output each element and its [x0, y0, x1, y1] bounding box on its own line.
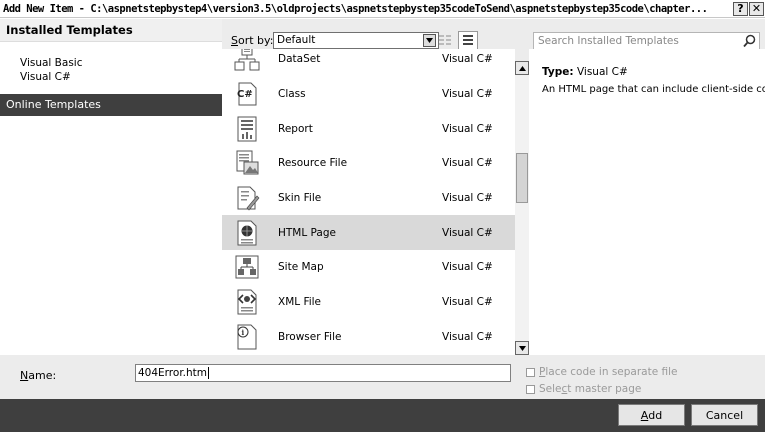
name-input-value: 404Error.htm — [138, 367, 208, 379]
search-icon[interactable] — [743, 34, 756, 48]
title-bar: Add New Item - C:\aspnetstepbystep4\vers… — [0, 0, 765, 18]
template-list-scrollbar[interactable] — [515, 61, 529, 355]
tree-item-visual-csharp[interactable]: Visual C# — [20, 70, 222, 84]
select-master-page-checkbox[interactable]: Select master page — [526, 383, 641, 395]
name-label: Name: — [20, 369, 57, 382]
report-icon — [237, 116, 257, 142]
template-name: HTML Page — [278, 226, 336, 239]
search-placeholder: Search Installed Templates — [538, 35, 679, 47]
list-view-icon — [463, 35, 473, 45]
dataset-icon — [234, 49, 260, 71]
template-language: Visual C# — [442, 296, 493, 309]
scrollbar-thumb[interactable] — [516, 153, 528, 203]
installed-templates-header: Installed Templates — [0, 19, 222, 42]
arrow-up-icon — [518, 65, 526, 71]
checkbox-label: Place code in separate file — [539, 366, 678, 378]
scroll-up-button[interactable] — [515, 61, 529, 75]
place-code-separate-checkbox[interactable]: Place code in separate file — [526, 366, 678, 378]
template-info-pane: Type: Visual C# An HTML page that can in… — [529, 49, 765, 355]
browser-file-icon: i — [237, 324, 257, 350]
installed-templates-pane: Installed Templates Visual Basic Visual … — [0, 19, 222, 354]
template-item-browser-file[interactable]: i Browser File Visual C# — [222, 320, 515, 355]
type-label: Type: — [542, 66, 574, 78]
xml-file-icon — [237, 289, 257, 315]
small-icons-view-button[interactable] — [435, 31, 455, 51]
dialog-footer: Add Cancel — [0, 399, 765, 432]
template-item-html-page[interactable]: HTML Page Visual C# — [222, 215, 515, 251]
template-language: Visual C# — [442, 88, 493, 101]
template-language: Visual C# — [442, 122, 493, 135]
template-name: Resource File — [278, 157, 348, 170]
html-page-icon — [237, 220, 257, 246]
template-name: Browser File — [278, 330, 342, 343]
scroll-down-button[interactable] — [515, 341, 529, 355]
type-value: Visual C# — [576, 66, 628, 78]
sort-by-dropdown[interactable]: Default — [273, 32, 439, 49]
cancel-button[interactable]: Cancel — [691, 404, 758, 426]
template-name: Report — [278, 122, 313, 135]
template-type: Type: Visual C# — [542, 66, 628, 78]
template-name: DataSet — [278, 53, 321, 66]
online-templates-item[interactable]: Online Templates — [0, 94, 222, 116]
add-button[interactable]: Add — [618, 404, 685, 426]
svg-text:i: i — [242, 328, 245, 337]
template-name: Site Map — [278, 261, 324, 274]
template-item-resource-file[interactable]: Resource File Visual C# — [222, 146, 515, 181]
template-item-site-map[interactable]: Site Map Visual C# — [222, 250, 515, 285]
medium-icons-view-button[interactable] — [458, 31, 478, 51]
resource-file-icon — [236, 150, 259, 175]
tree-item-visual-basic[interactable]: Visual Basic — [20, 56, 222, 70]
checkbox-box[interactable] — [526, 384, 535, 394]
template-name: XML File — [278, 296, 322, 309]
skin-file-icon — [237, 186, 260, 211]
template-language: Visual C# — [442, 226, 493, 239]
arrow-down-icon — [518, 345, 526, 351]
template-item-skin-file[interactable]: Skin File Visual C# — [222, 181, 515, 216]
template-name: Skin File — [278, 192, 322, 205]
template-item-dataset[interactable]: DataSet Visual C# — [222, 49, 515, 77]
template-item-xml-file[interactable]: XML File Visual C# — [222, 285, 515, 320]
close-button[interactable]: ✕ — [749, 1, 764, 16]
template-name: Class — [278, 88, 306, 101]
template-language: Visual C# — [442, 192, 493, 205]
template-item-report[interactable]: Report Visual C# — [222, 111, 515, 146]
template-item-class[interactable]: C# Class Visual C# — [222, 77, 515, 112]
sort-by-label: Sort by: — [231, 34, 274, 47]
name-input[interactable]: 404Error.htm — [135, 364, 511, 382]
template-tree: Visual Basic Visual C# — [0, 42, 222, 84]
small-icons-view-icon — [439, 35, 451, 45]
template-list[interactable]: DataSet Visual C# C# Class Visual C# Rep… — [222, 49, 515, 355]
template-language: Visual C# — [442, 261, 493, 274]
svg-text:C#: C# — [237, 89, 253, 100]
template-language: Visual C# — [442, 157, 493, 170]
class-icon: C# — [237, 82, 257, 106]
sort-by-value: Default — [277, 34, 316, 46]
name-form: Name: 404Error.htm Place code in separat… — [0, 355, 765, 399]
help-button[interactable]: ? — [733, 1, 748, 16]
template-description: An HTML page that can include client-sid… — [542, 84, 765, 95]
template-language: Visual C# — [442, 330, 493, 343]
checkbox-box[interactable] — [526, 367, 535, 377]
template-language: Visual C# — [442, 53, 493, 66]
window-title: Add New Item - C:\aspnetstepbystep4\vers… — [3, 2, 708, 15]
site-map-icon — [235, 255, 259, 279]
checkbox-label: Select master page — [539, 383, 642, 395]
